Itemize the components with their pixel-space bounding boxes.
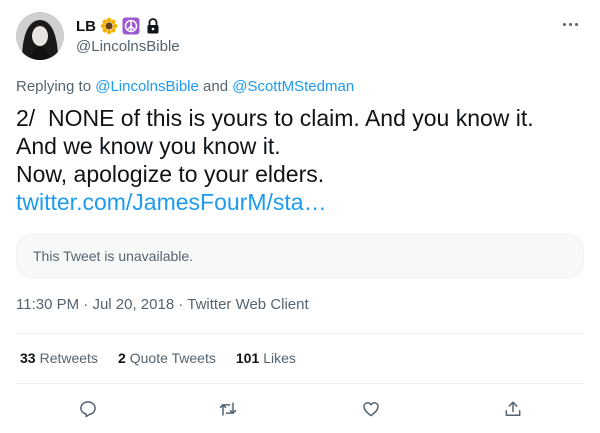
unavailable-message: This Tweet is unavailable. [33,248,194,264]
share-icon [505,401,521,416]
reply-button[interactable] [73,394,103,424]
tweet-date[interactable]: Jul 20, 2018 [92,296,174,313]
reply-icon [80,401,96,418]
likes-label: Likes [263,350,296,366]
divider [16,383,584,384]
tweet-link[interactable]: twitter.com/JamesFourM/sta… [16,188,586,216]
tweet-detail: LB @LincolnsBible Replying to @LincolnsB… [0,0,600,433]
tweet-header: LB @LincolnsBible [16,12,584,62]
meta-separator: · [174,296,188,313]
divider [16,333,584,334]
quote-tweets-count: 2 [117,350,126,366]
share-button[interactable] [498,394,528,424]
avatar[interactable] [16,12,64,60]
replying-to: Replying to @LincolnsBible and @ScottMSt… [16,78,354,95]
tweet-text: 2/ NONE of this is yours to claim. And y… [16,104,586,216]
retweets-count: 33 [20,350,36,366]
tweet-stats: 33 Retweets 2 Quote Tweets 101 Likes [20,350,296,366]
retweet-icon [219,402,237,416]
author-names: LB @LincolnsBible [76,16,180,55]
tweet-time[interactable]: 11:30 PM [16,296,79,313]
author-handle[interactable]: @LincolnsBible [76,38,180,55]
quote-tweets-label: Quote Tweets [129,350,216,366]
retweet-button[interactable] [213,394,243,424]
replying-to-prefix: Replying to [16,78,96,95]
meta-separator: · [79,296,93,313]
sunflower-icon [100,17,118,35]
mention-scottmstedman[interactable]: @ScottMStedman [232,78,354,95]
retweets-label: Retweets [39,350,98,366]
tweet-metadata: 11:30 PM · Jul 20, 2018 · Twitter Web Cl… [16,296,309,313]
likes-stat[interactable]: 101 Likes [236,350,296,366]
display-name[interactable]: LB [76,18,96,35]
retweets-stat[interactable]: 33 Retweets [20,350,98,366]
more-options-icon[interactable] [556,14,584,34]
peace-sign-icon [122,17,140,35]
lock-icon [144,17,162,35]
tweet-client: Twitter Web Client [187,296,309,313]
like-button[interactable] [356,394,386,424]
tweet-text-line: And we know you know it. [16,133,281,159]
likes-count: 101 [235,350,260,366]
like-icon [363,402,379,417]
mention-lincolnsbible[interactable]: @LincolnsBible [95,78,199,95]
display-name-row[interactable]: LB [76,16,180,36]
tweet-text-line: 2/ NONE of this is yours to claim. And y… [16,105,534,131]
replying-to-joiner: and [198,78,233,95]
tweet-actions [0,394,600,424]
quoted-tweet-card: This Tweet is unavailable. [16,234,584,278]
quote-tweets-stat[interactable]: 2 Quote Tweets [118,350,216,366]
tweet-text-line: Now, apologize to your elders. [16,161,325,187]
